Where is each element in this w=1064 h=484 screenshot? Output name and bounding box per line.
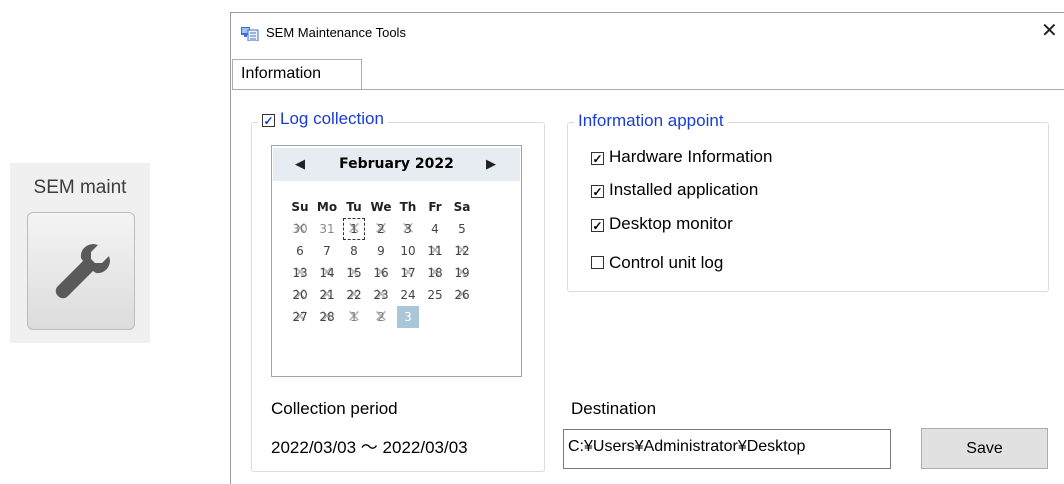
calendar-day[interactable]: 16 (370, 262, 392, 284)
calendar-week: 13 14 15 16 17 18 19 (289, 262, 478, 284)
option-control-unit-log[interactable]: Control unit log (591, 253, 723, 273)
calendar-day[interactable]: 1 (343, 218, 365, 240)
option-label: Installed application (609, 180, 759, 199)
log-collection-checkbox[interactable] (262, 114, 275, 127)
calendar-day[interactable]: 25 (424, 284, 446, 306)
next-month-icon[interactable]: ▶ (486, 156, 496, 172)
calendar-day-selected[interactable]: 3 (397, 306, 419, 328)
calendar-day[interactable]: 4 (424, 218, 446, 240)
calendar-day[interactable]: 2 (370, 306, 392, 328)
calendar-grid: Su Mo Tu We Th Fr Sa 30 31 1 2 3 4 5 6 7… (289, 196, 478, 328)
calendar-day[interactable]: 21 (316, 284, 338, 306)
option-installed-application[interactable]: Installed application (591, 180, 758, 200)
calendar-day[interactable]: 13 (289, 262, 311, 284)
destination-field[interactable]: C:¥Users¥Administrator¥Desktop (563, 429, 891, 469)
weekday-label: Th (399, 200, 417, 214)
calendar-day[interactable]: 15 (343, 262, 365, 284)
calendar-day[interactable]: 22 (343, 284, 365, 306)
calendar-day[interactable]: 11 (424, 240, 446, 262)
information-appoint-label: Information appoint (574, 111, 728, 131)
calendar-day[interactable]: 20 (289, 284, 311, 306)
calendar-day[interactable]: 28 (316, 306, 338, 328)
option-label: Desktop monitor (609, 214, 733, 233)
calendar-day[interactable]: 27 (289, 306, 311, 328)
calendar-day[interactable]: 3 (397, 218, 419, 240)
weekday-label: Tu (346, 200, 362, 214)
log-collection-label: Log collection (280, 109, 384, 128)
calendar-month[interactable]: February 2022 (273, 156, 520, 172)
tab-information[interactable]: Information (232, 59, 362, 89)
save-button[interactable]: Save (921, 428, 1048, 469)
desktop-monitor-checkbox[interactable] (591, 219, 604, 232)
calendar-day[interactable]: 10 (397, 240, 419, 262)
calendar-day[interactable]: 9 (370, 240, 392, 262)
calendar-week: 27 28 1 2 3 (289, 306, 478, 328)
calendar-day[interactable]: 12 (451, 240, 473, 262)
calendar-day[interactable]: 8 (343, 240, 365, 262)
weekday-label: Su (291, 200, 309, 214)
calendar-day[interactable]: 14 (316, 262, 338, 284)
collection-period-value: 2022/03/03 ～ 2022/03/03 (271, 438, 468, 457)
calendar-day[interactable]: 18 (424, 262, 446, 284)
weekday-label: We (370, 200, 392, 214)
sem-maint-button[interactable] (27, 212, 135, 330)
log-collection-header: Log collection (258, 109, 388, 129)
control-unit-log-checkbox[interactable] (591, 256, 604, 269)
launcher-tile: SEM maint (10, 163, 150, 343)
calendar-week: 20 21 22 23 24 25 26 (289, 284, 478, 306)
calendar-day[interactable]: 31 (316, 218, 338, 240)
close-icon[interactable]: ✕ (1041, 21, 1064, 41)
calendar-day[interactable]: 26 (451, 284, 473, 306)
option-desktop-monitor[interactable]: Desktop monitor (591, 214, 733, 234)
window-title: SEM Maintenance Tools (266, 25, 406, 40)
calendar-header: ◀ February 2022 ▶ (273, 148, 520, 181)
app-window: SEM Maintenance Tools ✕ Information Log … (230, 12, 1064, 484)
option-hardware-information[interactable]: Hardware Information (591, 147, 772, 167)
weekday-label: Mo (316, 200, 338, 214)
calendar-day[interactable]: 6 (289, 240, 311, 262)
calendar-day[interactable]: 30 (289, 218, 311, 240)
weekday-row: Su Mo Tu We Th Fr Sa (289, 196, 478, 218)
destination-label: Destination (571, 399, 657, 418)
calendar-day[interactable]: 1 (343, 306, 365, 328)
weekday-label: Fr (428, 200, 442, 214)
calendar-week: 30 31 1 2 3 4 5 (289, 218, 478, 240)
wrench-icon (55, 244, 110, 299)
collection-period-label: Collection period (271, 399, 398, 418)
option-label: Hardware Information (609, 147, 773, 166)
title-bar: SEM Maintenance Tools ✕ (231, 13, 1064, 53)
installed-application-checkbox[interactable] (591, 185, 604, 198)
weekday-label: Sa (453, 200, 471, 214)
tab-divider (232, 89, 1064, 90)
calendar-day[interactable]: 23 (370, 284, 392, 306)
app-icon (241, 27, 259, 41)
calendar-week: 6 7 8 9 10 11 12 (289, 240, 478, 262)
calendar-day[interactable]: 2 (370, 218, 392, 240)
option-label: Control unit log (609, 253, 724, 272)
calendar-day[interactable]: 19 (451, 262, 473, 284)
launcher-label: SEM maint (33, 177, 127, 198)
calendar-day[interactable]: 5 (451, 218, 473, 240)
hardware-information-checkbox[interactable] (591, 152, 604, 165)
calendar-day[interactable]: 24 (397, 284, 419, 306)
calendar-day[interactable]: 17 (397, 262, 419, 284)
calendar-day[interactable]: 7 (316, 240, 338, 262)
calendar[interactable]: ◀ February 2022 ▶ Su Mo Tu We Th Fr Sa 3… (271, 145, 522, 377)
